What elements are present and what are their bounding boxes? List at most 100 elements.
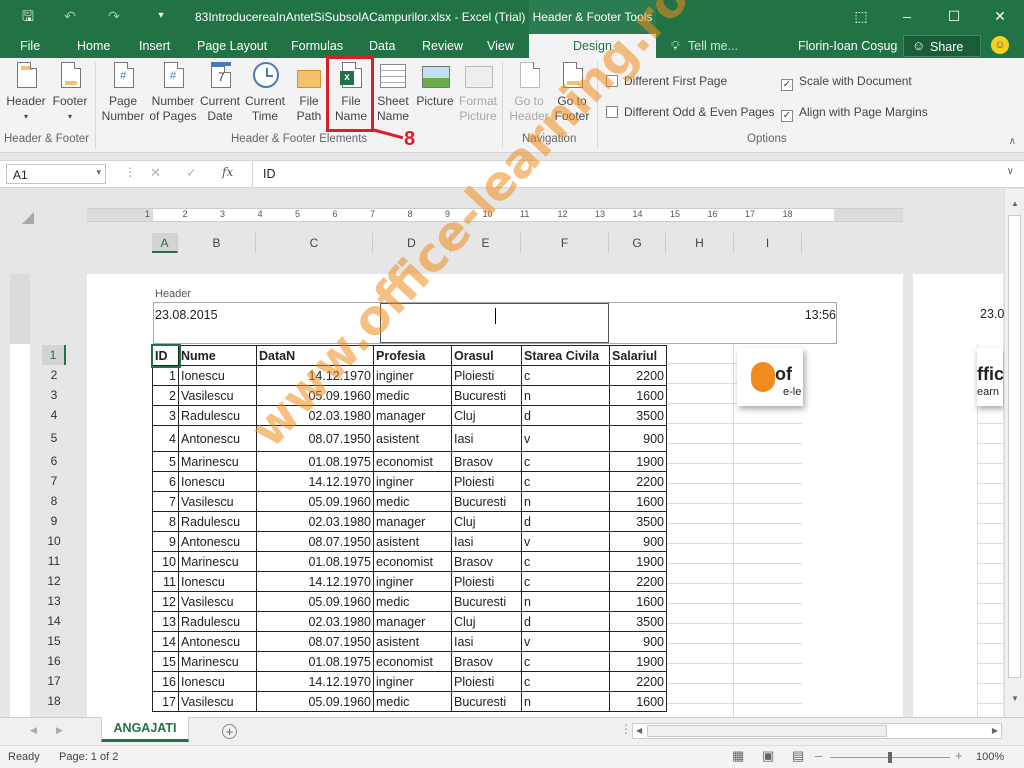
table-cell[interactable]: 9 (152, 531, 179, 552)
table-cell[interactable]: c (521, 551, 610, 572)
scroll-thumb[interactable] (647, 725, 887, 737)
insert-function-icon[interactable]: fx (222, 165, 233, 179)
table-cell[interactable]: 01.08.1975 (256, 451, 374, 472)
vertical-scrollbar[interactable]: ▲ ▼ (1004, 189, 1024, 717)
maximize-icon[interactable]: ☐ (946, 8, 962, 24)
table-cell[interactable]: 14.12.1970 (256, 365, 374, 386)
table-cell[interactable]: 14.12.1970 (256, 671, 374, 692)
table-header-cell[interactable]: Starea Civila (521, 345, 610, 366)
tab-view[interactable]: View (487, 39, 514, 53)
table-cell[interactable]: 2200 (609, 365, 667, 386)
name-box[interactable]: A1 ▾ (6, 164, 106, 184)
table-cell[interactable]: Bucuresti (451, 591, 522, 612)
table-cell[interactable]: 3500 (609, 511, 667, 532)
scroll-thumb[interactable] (1008, 215, 1021, 678)
table-cell[interactable]: Bucuresti (451, 691, 522, 712)
table-cell[interactable]: asistent (373, 531, 452, 552)
table-cell[interactable]: c (521, 571, 610, 592)
table-cell[interactable]: 01.08.1975 (256, 651, 374, 672)
horizontal-scrollbar[interactable]: ◀ ▶ (632, 723, 1002, 739)
row-header[interactable]: 14 (42, 611, 66, 631)
table-cell[interactable]: n (521, 491, 610, 512)
sheet-name-button[interactable]: Sheet Name (374, 62, 412, 124)
tab-home[interactable]: Home (77, 39, 110, 53)
header-right-time[interactable]: 13:56 (805, 308, 836, 322)
table-cell[interactable]: Vasilescu (178, 491, 257, 512)
table-cell[interactable]: 05.09.1960 (256, 491, 374, 512)
table-cell[interactable]: 4 (152, 425, 179, 452)
scroll-down-icon[interactable]: ▼ (1011, 694, 1019, 703)
column-header-b[interactable]: B (178, 233, 256, 253)
table-cell[interactable]: manager (373, 611, 452, 632)
normal-view-icon[interactable]: ▦ (732, 748, 744, 764)
table-cell[interactable]: 10 (152, 551, 179, 572)
table-cell[interactable]: 3 (152, 405, 179, 426)
table-cell[interactable]: c (521, 671, 610, 692)
table-cell[interactable]: 11 (152, 571, 179, 592)
table-cell[interactable]: 1900 (609, 651, 667, 672)
select-all-icon[interactable] (22, 212, 34, 224)
user-name[interactable]: Florin-Ioan Coșug (798, 39, 897, 53)
table-header-cell[interactable]: Profesia (373, 345, 452, 366)
row-header[interactable]: 15 (42, 631, 66, 651)
scroll-up-icon[interactable]: ▲ (1011, 199, 1019, 208)
table-header-cell[interactable]: ID (150, 343, 181, 368)
number-of-pages-button[interactable]: # Number of Pages (149, 62, 197, 124)
table-cell[interactable]: 7 (152, 491, 179, 512)
scroll-right-icon[interactable]: ▶ (992, 726, 998, 735)
customize-qat-icon[interactable]: ▾ (153, 8, 169, 24)
table-cell[interactable]: medic (373, 385, 452, 406)
table-cell[interactable]: 05.09.1960 (256, 385, 374, 406)
table-cell[interactable]: Antonescu (178, 531, 257, 552)
table-cell[interactable]: 8 (152, 511, 179, 532)
row-header[interactable]: 5 (42, 425, 66, 451)
logo-image[interactable]: of e-le (737, 348, 803, 406)
table-cell[interactable]: manager (373, 511, 452, 532)
row-header[interactable]: 7 (42, 471, 66, 491)
tab-data[interactable]: Data (369, 39, 395, 53)
table-cell[interactable]: n (521, 591, 610, 612)
table-cell[interactable]: Bucuresti (451, 385, 522, 406)
table-cell[interactable]: economist (373, 651, 452, 672)
table-cell[interactable]: n (521, 691, 610, 712)
column-header-i[interactable]: I (734, 233, 802, 253)
zoom-level[interactable]: 100% (976, 751, 1004, 763)
table-cell[interactable]: 6 (152, 471, 179, 492)
table-cell[interactable]: Bucuresti (451, 491, 522, 512)
chevron-down-icon[interactable]: ▾ (96, 167, 101, 178)
table-cell[interactable]: 900 (609, 425, 667, 452)
row-header[interactable]: 13 (42, 591, 66, 611)
table-cell[interactable]: Ionescu (178, 471, 257, 492)
row-header[interactable]: 11 (42, 551, 66, 571)
page-number-button[interactable]: # Page Number (100, 62, 146, 124)
table-header-cell[interactable]: DataN (256, 345, 374, 366)
table-cell[interactable]: 1600 (609, 691, 667, 712)
current-date-button[interactable]: 7 Current Date (198, 62, 242, 124)
table-cell[interactable]: asistent (373, 631, 452, 652)
table-cell[interactable]: 02.03.1980 (256, 511, 374, 532)
footer-button[interactable]: Footer ▾ (50, 62, 90, 124)
tell-me-box[interactable]: Tell me... (688, 39, 738, 53)
table-cell[interactable]: inginer (373, 671, 452, 692)
table-cell[interactable]: 08.07.1950 (256, 425, 374, 452)
go-to-header-button[interactable]: Go to Header (507, 62, 551, 124)
table-cell[interactable]: Marinescu (178, 551, 257, 572)
table-cell[interactable]: Ionescu (178, 571, 257, 592)
zoom-out-icon[interactable]: – (815, 748, 822, 763)
undo-icon[interactable]: ↶ (62, 8, 78, 24)
minimize-icon[interactable]: – (899, 8, 915, 24)
table-cell[interactable]: Ploiesti (451, 471, 522, 492)
row-header[interactable]: 3 (42, 385, 66, 405)
row-header[interactable]: 18 (42, 691, 66, 711)
table-cell[interactable]: d (521, 405, 610, 426)
ribbon-display-icon[interactable]: ⬚ (853, 8, 869, 24)
table-cell[interactable]: c (521, 451, 610, 472)
scale-with-document-checkbox[interactable]: ✓ Scale with Document (781, 74, 912, 91)
table-cell[interactable]: Ploiesti (451, 571, 522, 592)
table-cell[interactable]: 900 (609, 531, 667, 552)
collapse-ribbon-icon[interactable]: ∧ (1009, 136, 1016, 147)
save-icon[interactable]: 🖫 (20, 8, 36, 24)
table-cell[interactable]: manager (373, 405, 452, 426)
table-cell[interactable]: v (521, 531, 610, 552)
table-cell[interactable]: Antonescu (178, 425, 257, 452)
